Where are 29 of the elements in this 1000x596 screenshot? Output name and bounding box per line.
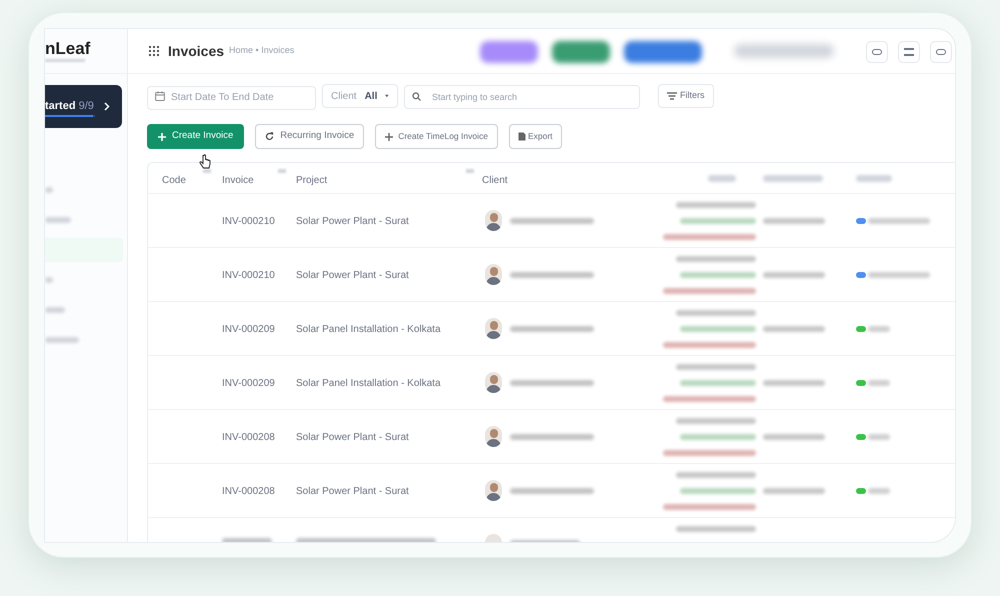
page-title: Invoices xyxy=(168,42,224,60)
table-cell-text: INV-000209 xyxy=(222,377,275,391)
logo-text: nLeaf xyxy=(45,40,92,57)
table-cell-text: Solar Power Plant - Surat xyxy=(296,269,409,283)
date-range-field[interactable]: Start Date To End Date xyxy=(147,86,316,110)
filters-button[interactable]: Filters xyxy=(658,84,714,108)
table-cell-text: INV-000210 xyxy=(222,269,275,283)
client-filter[interactable]: Client All xyxy=(322,84,398,108)
column-header[interactable]: Project xyxy=(296,173,328,188)
table-cell-text: INV-000210 xyxy=(222,215,275,229)
column-header[interactable]: Invoice xyxy=(222,173,254,188)
table-cell-text: INV-000209 xyxy=(222,323,275,337)
create-invoice-button[interactable]: Create Invoice xyxy=(147,124,244,149)
getting-started-label: tarted 9/9 xyxy=(45,99,94,114)
table-cell-text: INV-000208 xyxy=(222,431,275,445)
table-cell-text: Solar Power Plant - Surat xyxy=(296,431,409,445)
create-timelog-invoice-button[interactable]: Create TimeLog Invoice xyxy=(375,124,498,149)
table-cell-text: Solar Panel Installation - Kolkata xyxy=(296,377,441,391)
search-field[interactable]: Start typing to search xyxy=(404,85,640,109)
breadcrumb: Home • Invoices xyxy=(229,44,294,58)
export-button[interactable]: Export xyxy=(508,124,562,149)
getting-started-button[interactable]: tarted 9/9 xyxy=(45,85,122,128)
table-cell-text: Solar Panel Installation - Kolkata xyxy=(296,323,441,337)
column-header[interactable]: Client xyxy=(482,173,508,188)
table-cell-text: INV-000208 xyxy=(222,485,275,499)
table-cell-text: Solar Power Plant - Surat xyxy=(296,215,409,229)
recurring-invoice-button[interactable]: Recurring Invoice xyxy=(255,124,364,149)
table-cell-text: Solar Power Plant - Surat xyxy=(296,485,409,499)
column-header[interactable]: Code xyxy=(162,173,186,188)
